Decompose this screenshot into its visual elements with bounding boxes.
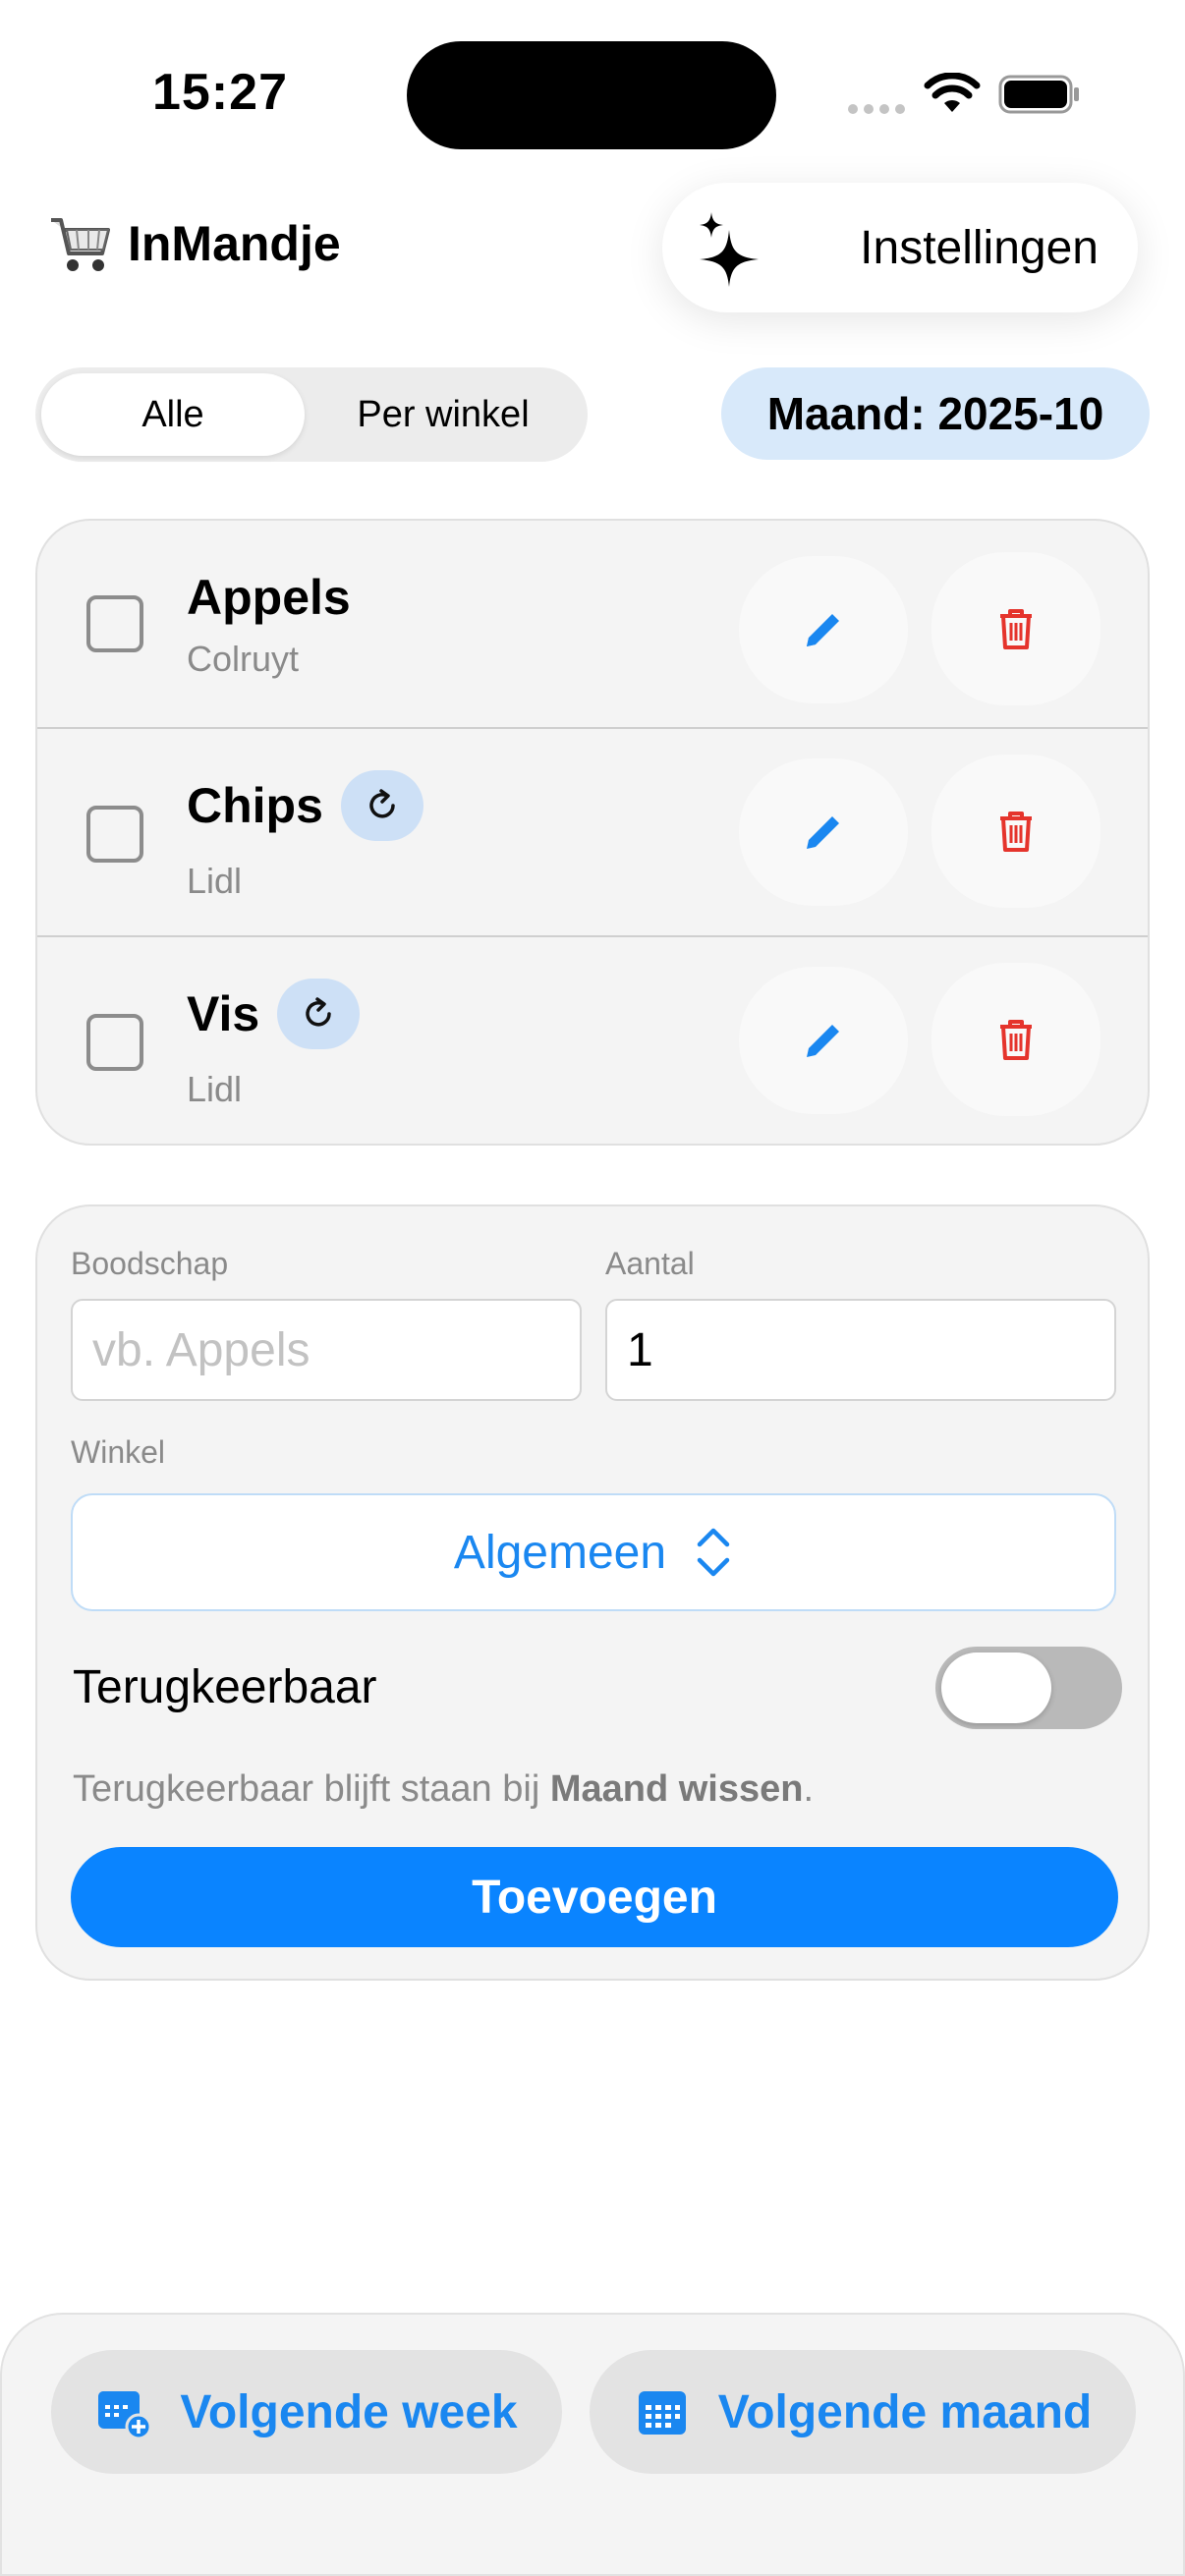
chevron-updown-icon <box>697 1528 730 1577</box>
month-badge[interactable]: Maand: 2025-10 <box>721 367 1150 460</box>
dynamic-island <box>407 41 776 149</box>
pencil-icon <box>807 1025 839 1057</box>
quantity-field-label: Aantal <box>605 1246 695 1281</box>
hint-suffix: . <box>803 1768 815 1810</box>
trash-icon <box>1000 812 1032 852</box>
app-title-text: InMandje <box>128 216 341 271</box>
settings-label: Instellingen <box>860 221 1099 274</box>
next-month-label: Volgende maand <box>717 2385 1093 2438</box>
item-name-text: Chips <box>187 778 323 833</box>
pencil-icon <box>807 816 839 849</box>
status-time: 15:27 <box>152 64 288 121</box>
next-month-button[interactable]: Volgende maand <box>590 2350 1136 2474</box>
delete-button[interactable] <box>931 755 1100 908</box>
add-button[interactable]: Toevoegen <box>71 1847 1118 1947</box>
recurring-toggle-label: Terugkeerbaar <box>73 1661 377 1713</box>
edit-button[interactable] <box>739 967 908 1114</box>
list-item: Appels Colruyt <box>37 521 1148 729</box>
settings-button[interactable]: Instellingen <box>662 183 1138 312</box>
hint-prefix: Terugkeerbaar blijft staan bij <box>73 1768 550 1810</box>
bottom-toolbar: Volgende week Volgende maand <box>0 2313 1185 2576</box>
cellular-signal-icon <box>848 104 905 114</box>
tab-alle[interactable]: Alle <box>41 373 305 456</box>
quantity-input[interactable] <box>605 1299 1116 1401</box>
item-name: Vis <box>187 975 361 1053</box>
tab-per-winkel[interactable]: Per winkel <box>305 373 582 456</box>
edit-button[interactable] <box>739 556 908 703</box>
hint-bold: Maand wissen <box>549 1768 804 1810</box>
item-name: Chips <box>187 766 423 845</box>
toggle-knob <box>941 1652 1051 1723</box>
store-picker[interactable]: Algemeen <box>71 1493 1116 1611</box>
item-name: Appels <box>187 564 351 631</box>
app-title: InMandje <box>47 212 341 275</box>
item-checkbox[interactable] <box>86 1014 143 1071</box>
item-field-label: Boodschap <box>71 1246 229 1281</box>
item-store: Colruyt <box>187 639 300 679</box>
recurring-hint: Terugkeerbaar blijft staan bij Maand wis… <box>73 1768 814 1811</box>
next-week-label: Volgende week <box>180 2385 518 2438</box>
wifi-icon <box>924 73 981 112</box>
cart-icon <box>51 218 110 271</box>
next-week-button[interactable]: Volgende week <box>51 2350 562 2474</box>
list-item: Vis Lidl <box>37 937 1148 1144</box>
recurring-badge <box>340 770 423 841</box>
trash-icon <box>1000 609 1032 649</box>
recurring-toggle[interactable] <box>935 1647 1122 1729</box>
trash-icon <box>1000 1020 1032 1060</box>
item-checkbox[interactable] <box>86 806 143 863</box>
calendar-icon <box>638 2391 686 2435</box>
add-item-form: Boodschap Aantal Winkel Algemeen Terugke… <box>35 1204 1150 1981</box>
item-checkbox[interactable] <box>86 595 143 652</box>
item-name-text: Vis <box>187 986 260 1041</box>
calendar-plus-icon <box>98 2391 152 2440</box>
item-name-text: Appels <box>187 570 351 625</box>
item-store: Lidl <box>187 861 243 901</box>
sparkles-icon <box>700 212 759 287</box>
list-item: Chips Lidl <box>37 729 1148 937</box>
store-picker-value: Algemeen <box>453 1526 667 1579</box>
repeat-icon <box>369 789 395 818</box>
app-screen: 15:27 InMandje Instellingen Alle Per win… <box>0 0 1185 2576</box>
item-store: Lidl <box>187 1069 243 1109</box>
delete-button[interactable] <box>931 963 1100 1116</box>
shopping-list: Appels Colruyt Chips Lidl Vis Lidl <box>35 519 1150 1146</box>
view-segmented-control: Alle Per winkel <box>35 367 588 462</box>
pencil-icon <box>807 614 839 646</box>
repeat-icon <box>306 997 331 1027</box>
item-name-input[interactable] <box>71 1299 582 1401</box>
recurring-badge <box>277 979 361 1049</box>
battery-icon <box>998 75 1079 114</box>
store-field-label: Winkel <box>71 1434 166 1470</box>
delete-button[interactable] <box>931 552 1100 705</box>
edit-button[interactable] <box>739 758 908 906</box>
